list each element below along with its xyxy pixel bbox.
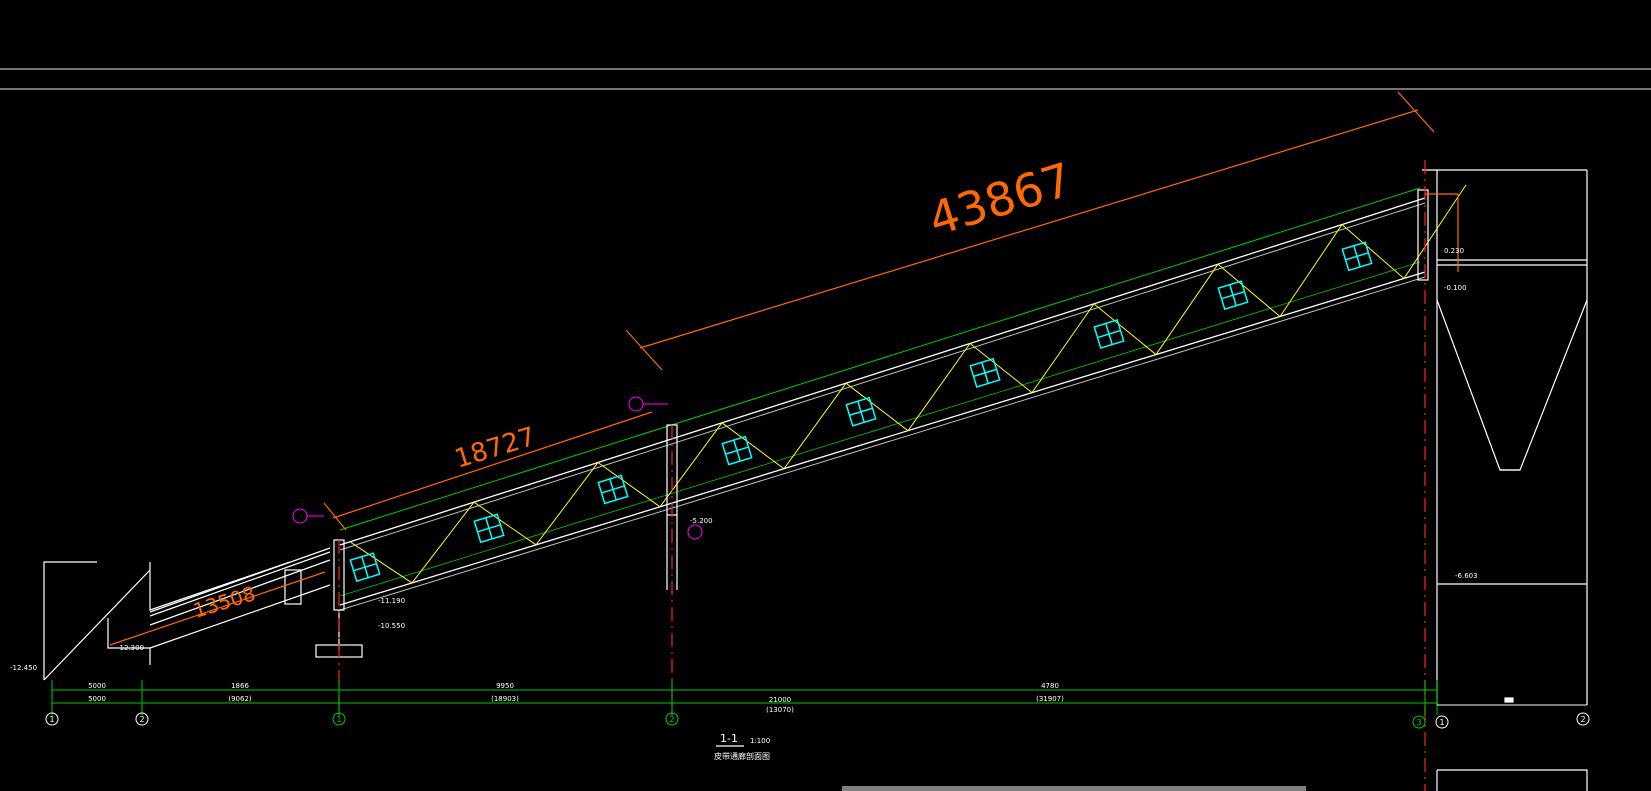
segment-2-top: 1866 xyxy=(231,682,249,690)
segment-mid-sub: (13070) xyxy=(766,706,794,714)
cad-drawing-canvas: 43867 18727 13508 0.230 -0.100 -6.603 -1… xyxy=(0,0,1651,791)
level-pit-bottom: -12.300 xyxy=(117,644,144,652)
section-subtitle: 皮带通廊剖面图 xyxy=(714,751,770,761)
segment-4-top: 4780 xyxy=(1041,682,1059,690)
segment-3-top: 9950 xyxy=(496,682,514,690)
segment-mid: 21000 xyxy=(769,696,791,704)
section-title: 1-1 xyxy=(720,732,738,745)
axis-bubble-3: 1 xyxy=(336,715,341,724)
level-top-right: 0.230 xyxy=(1444,247,1464,255)
level-support-1: -11.190 xyxy=(378,597,405,605)
level-support-1b: -10.550 xyxy=(378,622,405,630)
segment-1-bottom: 5000 xyxy=(88,695,106,703)
segment-2-bottom: (9062) xyxy=(228,695,252,703)
drawing-background xyxy=(0,0,1651,791)
level-pit-left: -12.450 xyxy=(10,664,37,672)
axis-bubble-4: 2 xyxy=(669,715,674,724)
axis-bubble-1: 1 xyxy=(49,715,54,724)
axis-bubble-5: 3 xyxy=(1416,718,1421,727)
level-mid-right: -6.603 xyxy=(1455,572,1478,580)
level-support-2: -5.200 xyxy=(690,517,713,525)
bottom-strip xyxy=(842,786,1306,791)
level-top-right-2: -0.100 xyxy=(1444,284,1467,292)
axis-bubble-2: 2 xyxy=(139,715,144,724)
segment-3-bottom: (18903) xyxy=(491,695,519,703)
segment-1-top: 5000 xyxy=(88,682,106,690)
axis-bubble-7: 2 xyxy=(1580,715,1585,724)
axis-bubble-6: 1 xyxy=(1439,718,1444,727)
section-scale: 1:100 xyxy=(750,737,770,745)
segment-4-bottom: (31907) xyxy=(1036,695,1064,703)
